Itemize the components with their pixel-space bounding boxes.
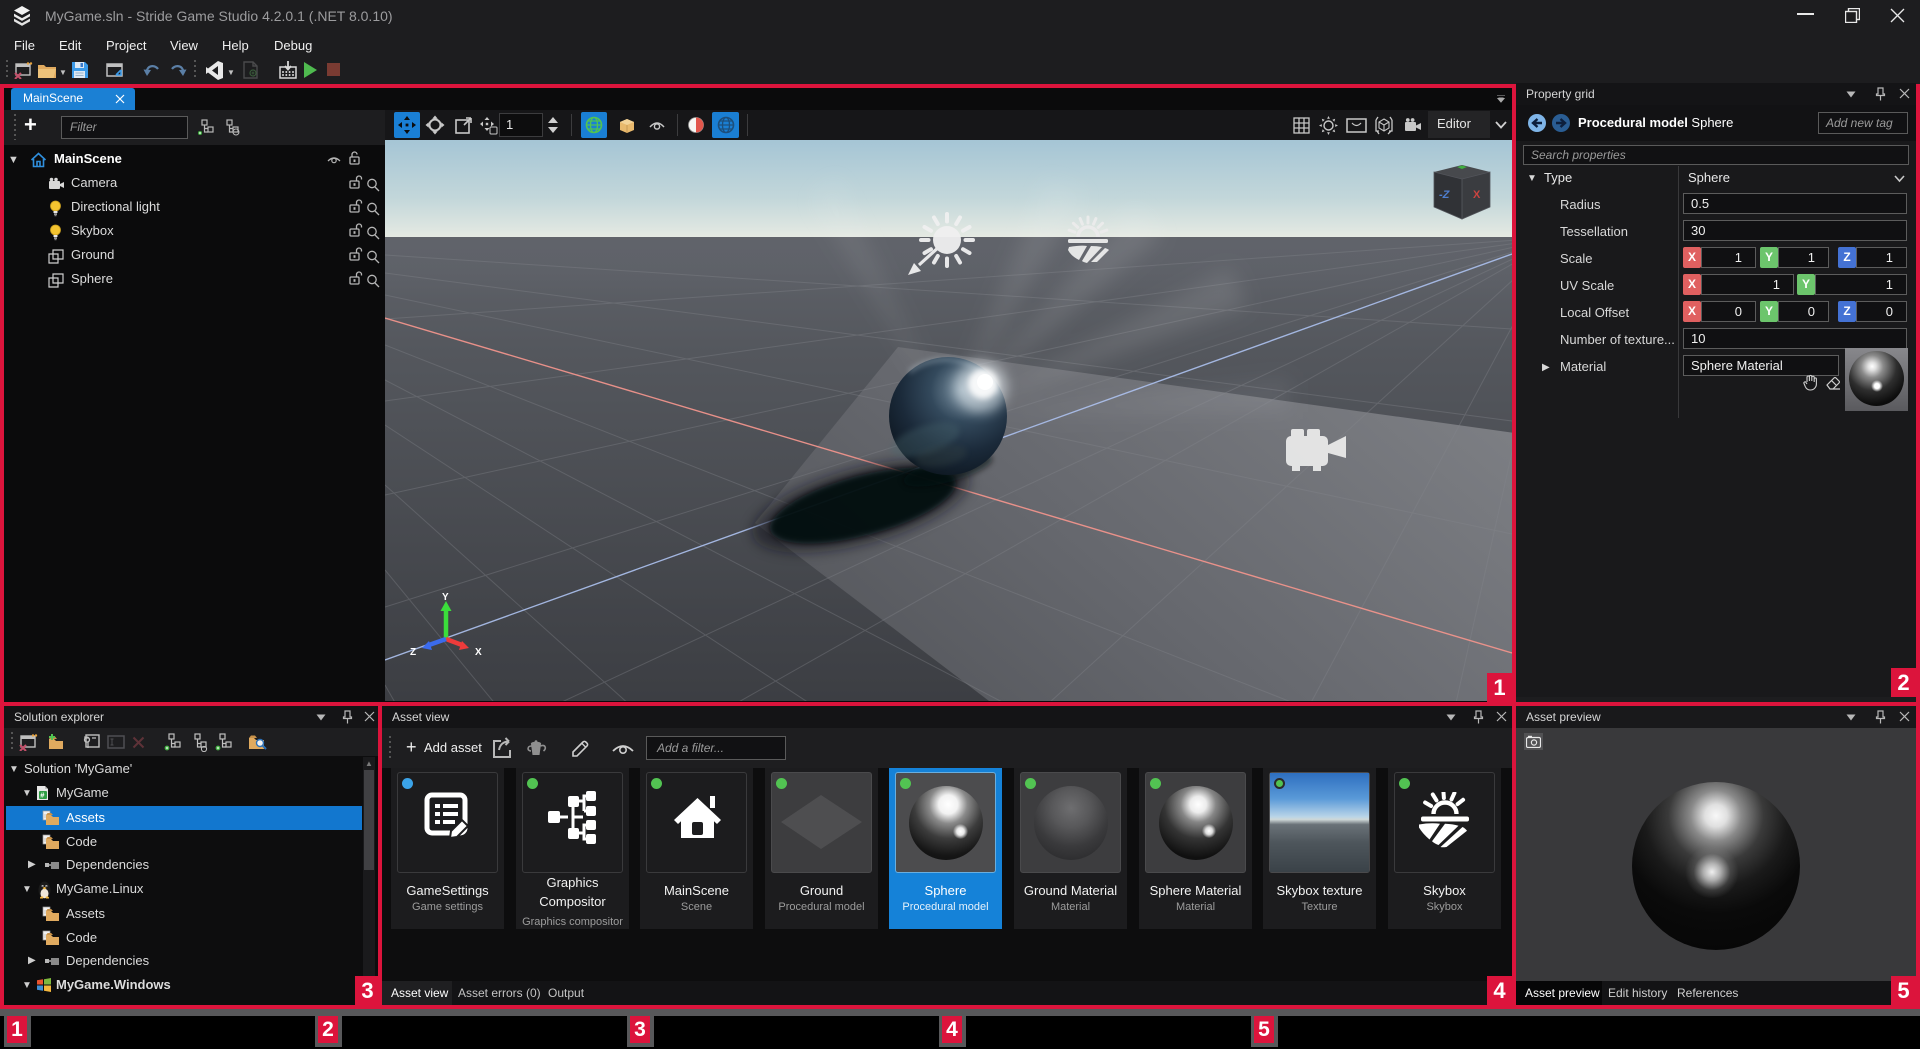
svg-text:X: X <box>1473 189 1481 201</box>
svg-text:-Z: -Z <box>1439 189 1451 201</box>
svg-text:Y: Y <box>442 592 449 603</box>
svg-text:X: X <box>475 647 482 658</box>
svg-text:Z: Z <box>410 647 416 658</box>
